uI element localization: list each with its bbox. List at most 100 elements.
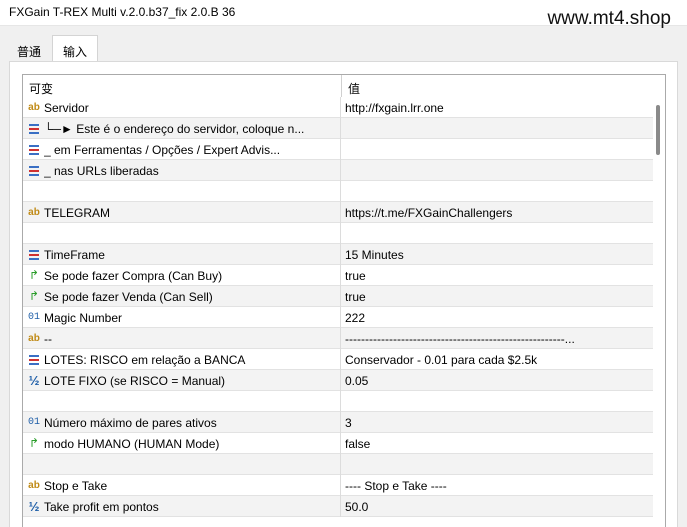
variable-label: └─► Este é o endereço do servidor, coloq…: [44, 122, 305, 136]
table-row[interactable]: LOTES: RISCO em relação a BANCA Conservad…: [23, 349, 653, 370]
value-cell[interactable]: true: [342, 286, 653, 307]
table-row[interactable]: TimeFrame 15 Minutes: [23, 244, 653, 265]
variable-label: TimeFrame: [44, 248, 105, 262]
variable-label: _ nas URLs liberadas: [44, 164, 159, 178]
text-type-icon: ab: [28, 207, 40, 218]
table-row[interactable]: 01 Magic Number 222: [23, 307, 653, 328]
variable-cell[interactable]: ab --: [23, 328, 341, 349]
integer-type-icon: 01: [27, 417, 40, 428]
value-cell[interactable]: false: [342, 433, 653, 454]
variable-cell[interactable]: ↱ Se pode fazer Compra (Can Buy): [23, 265, 341, 286]
table-row[interactable]: 01 Número máximo de pares ativos 3: [23, 412, 653, 433]
value-cell[interactable]: ----------------------------------------…: [342, 328, 653, 349]
value-cell[interactable]: https://t.me/FXGainChallengers: [342, 202, 653, 223]
value-cell[interactable]: [342, 223, 653, 244]
variable-cell[interactable]: [23, 391, 341, 412]
variable-label: Magic Number: [44, 311, 123, 325]
text-type-icon: ab: [28, 333, 40, 344]
variable-label: Número máximo de pares ativos: [44, 416, 217, 430]
variable-cell[interactable]: ↱ modo HUMANO (HUMAN Mode): [23, 433, 341, 454]
variable-cell[interactable]: [23, 181, 341, 202]
value-cell[interactable]: [342, 118, 653, 139]
inputs-grid: 可变 值 ab Servidor http://fxgain.lrr.one └─► …: [22, 74, 666, 527]
value-cell[interactable]: [342, 391, 653, 412]
value-cell[interactable]: http://fxgain.lrr.one: [342, 97, 653, 118]
column-header-variable[interactable]: 可变: [29, 80, 53, 97]
variable-cell[interactable]: _ em Ferramentas / Opções / Expert Advis…: [23, 139, 341, 160]
table-row[interactable]: ab TELEGRAM https://t.me/FXGainChallengers: [23, 202, 653, 223]
table-row[interactable]: [23, 223, 653, 244]
table-row[interactable]: ½ LOTE FIXO (se RISCO = Manual) 0.05: [23, 370, 653, 391]
value-cell[interactable]: 222: [342, 307, 653, 328]
boolean-type-icon: ↱: [28, 289, 40, 303]
variable-cell[interactable]: 01 Magic Number: [23, 307, 341, 328]
table-row[interactable]: ab -- ------------------------------------…: [23, 328, 653, 349]
tab-bar: 普通 输入: [6, 35, 99, 62]
variable-cell[interactable]: ↱ Se pode fazer Venda (Can Sell): [23, 286, 341, 307]
decimal-type-icon: ½: [28, 373, 40, 388]
list-type-icon: [27, 248, 41, 261]
variable-cell[interactable]: ab Servidor: [23, 97, 341, 118]
table-row[interactable]: [23, 181, 653, 202]
list-type-icon: [27, 164, 41, 177]
variable-cell[interactable]: LOTES: RISCO em relação a BANCA: [23, 349, 341, 370]
value-cell[interactable]: Conservador - 0.01 para cada $2.5k: [342, 349, 653, 370]
table-row[interactable]: ½ Take profit em pontos 50.0: [23, 496, 653, 517]
table-row[interactable]: [23, 454, 653, 475]
variable-cell[interactable]: _ nas URLs liberadas: [23, 160, 341, 181]
value-cell[interactable]: true: [342, 265, 653, 286]
variable-label: Se pode fazer Venda (Can Sell): [44, 290, 213, 304]
variable-cell[interactable]: ½ LOTE FIXO (se RISCO = Manual): [23, 370, 341, 391]
value-cell[interactable]: 3: [342, 412, 653, 433]
window-title: FXGain T-REX Multi v.2.0.b37_fix 2.0.B 3…: [9, 5, 236, 19]
tab-inputs[interactable]: 输入: [52, 35, 99, 62]
table-row[interactable]: ab Servidor http://fxgain.lrr.one: [23, 97, 653, 118]
table-row[interactable]: ↱ modo HUMANO (HUMAN Mode) false: [23, 433, 653, 454]
boolean-type-icon: ↱: [28, 436, 40, 450]
table-row[interactable]: ↱ Se pode fazer Compra (Can Buy) true: [23, 265, 653, 286]
table-row[interactable]: _ em Ferramentas / Opções / Expert Advis…: [23, 139, 653, 160]
vertical-scrollbar[interactable]: [653, 97, 665, 527]
tab-common[interactable]: 普通: [6, 37, 53, 61]
table-row[interactable]: └─► Este é o endereço do servidor, coloq…: [23, 118, 653, 139]
variable-label: Take profit em pontos: [44, 500, 159, 514]
grid-rows: ab Servidor http://fxgain.lrr.one └─► Este …: [23, 97, 653, 517]
decimal-type-icon: ½: [28, 499, 40, 514]
table-row[interactable]: [23, 391, 653, 412]
variable-cell[interactable]: ½ Take profit em pontos: [23, 496, 341, 517]
variable-label: TELEGRAM: [44, 206, 111, 220]
variable-label: --: [44, 332, 52, 346]
variable-label: _ em Ferramentas / Opções / Expert Advis…: [44, 143, 281, 157]
variable-cell[interactable]: ab Stop e Take: [23, 475, 341, 496]
text-type-icon: ab: [28, 480, 40, 491]
boolean-type-icon: ↱: [28, 268, 40, 282]
integer-type-icon: 01: [27, 312, 40, 323]
value-cell[interactable]: [342, 160, 653, 181]
value-cell[interactable]: ---- Stop e Take ----: [342, 475, 653, 496]
variable-label: Servidor: [44, 101, 89, 115]
value-cell[interactable]: [342, 139, 653, 160]
variable-cell[interactable]: [23, 223, 341, 244]
value-cell[interactable]: [342, 181, 653, 202]
variable-label: LOTES: RISCO em relação a BANCA: [44, 353, 246, 367]
variable-label: LOTE FIXO (se RISCO = Manual): [44, 374, 226, 388]
variable-cell[interactable]: TimeFrame: [23, 244, 341, 265]
variable-cell[interactable]: └─► Este é o endereço do servidor, coloq…: [23, 118, 341, 139]
variable-cell[interactable]: [23, 454, 341, 475]
scrollbar-thumb[interactable]: [656, 105, 660, 155]
list-type-icon: [27, 353, 41, 366]
table-row[interactable]: _ nas URLs liberadas: [23, 160, 653, 181]
text-type-icon: ab: [28, 102, 40, 113]
table-row[interactable]: ab Stop e Take ---- Stop e Take ----: [23, 475, 653, 496]
variable-cell[interactable]: ab TELEGRAM: [23, 202, 341, 223]
table-row[interactable]: ↱ Se pode fazer Venda (Can Sell) true: [23, 286, 653, 307]
value-cell[interactable]: [342, 454, 653, 475]
column-header-value[interactable]: 值: [348, 80, 360, 97]
tab-panel: 可变 值 ab Servidor http://fxgain.lrr.one └─► …: [9, 61, 678, 527]
list-type-icon: [27, 143, 41, 156]
value-cell[interactable]: 0.05: [342, 370, 653, 391]
value-cell[interactable]: 15 Minutes: [342, 244, 653, 265]
list-type-icon: [27, 122, 41, 135]
value-cell[interactable]: 50.0: [342, 496, 653, 517]
variable-cell[interactable]: 01 Número máximo de pares ativos: [23, 412, 341, 433]
